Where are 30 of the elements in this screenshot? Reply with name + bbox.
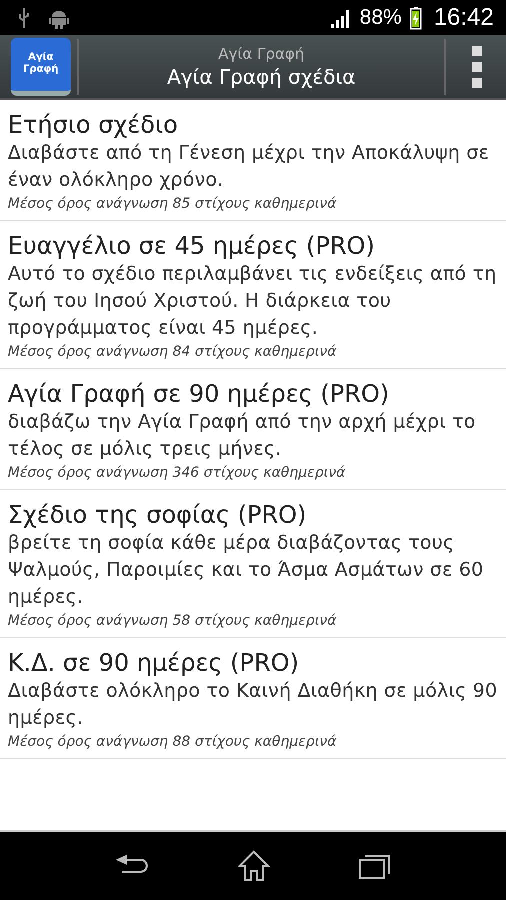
plan-title: Ετήσιο σχέδιο — [8, 110, 180, 140]
app-icon[interactable]: Αγία Γραφή — [11, 38, 71, 96]
plan-description: Διαβάστε από τη Γένεση μέχρι την Αποκάλυψη σε έναν ολόκληρο χρόνο. — [8, 141, 490, 193]
plan-reading-note: Μέσος όρος ανάγνωση 88 στίχους καθημερινά — [8, 734, 338, 750]
battery-icon — [410, 6, 422, 30]
screen-title: Αγία Γραφή σχέδια — [167, 64, 356, 88]
usb-icon — [18, 6, 30, 28]
plan-description: Διαβάστε ολόκληρο το Καινή Διαθήκη σε μόλις 90 ημέρες. — [8, 679, 498, 731]
plan-reading-note: Μέσος όρος ανάγνωση 58 στίχους καθημερινά — [8, 613, 338, 629]
plan-title: Ευαγγέλιο σε 45 ημέρες (PRO) — [8, 231, 376, 261]
plan-list-item[interactable]: Σχέδιο της σοφίας (PRO) βρείτε τη σοφία κάθε μέρα διαβάζοντας τους Ψαλμούς, Παροιμίες και το Άσμα Ασμάτων σε 60 ημέρες. Μέσος όρος ανάγνωση 58 στίχους καθημερινά — [0, 490, 506, 638]
plan-list-item[interactable]: Κ.Δ. σε 90 ημέρες (PRO) Διαβάστε ολόκληρο το Καινή Διαθήκη σε μόλις 90 ημέρες. Μέσος όρος ανάγνωση 88 στίχους καθημερινά — [0, 638, 506, 759]
home-icon[interactable] — [238, 850, 270, 882]
plan-list-item[interactable]: Ετήσιο σχέδιο Διαβάστε από τη Γένεση μέχρι την Αποκάλυψη σε έναν ολόκληρο χρόνο. Μέσος όρος ανάγνωση 85 στίχους καθημερινά — [0, 100, 506, 221]
clock: 16:42 — [434, 4, 494, 32]
plan-title: Αγία Γραφή σε 90 ημέρες (PRO) — [8, 379, 390, 409]
plan-description: Αυτό το σχέδιο περιλαμβάνει τις ενδείξεις από τη ζωή του Ιησού Χριστού. Η διάρκεια του προγράμματος είναι 45 ημέρες. — [8, 262, 498, 341]
plan-list-item[interactable]: Αγία Γραφή σε 90 ημέρες (PRO) διαβάζω την Αγία Γραφή από την αρχή μέχρι το τέλος σε μόλις τρεις μήνες. Μέσος όρος ανάγνωση 346 στίχους καθημερινά — [0, 369, 506, 490]
plan-reading-note: Μέσος όρος ανάγνωση 346 στίχους καθημερινά — [8, 465, 347, 481]
plan-reading-note: Μέσος όρος ανάγνωση 84 στίχους καθημερινά — [8, 344, 338, 360]
plan-list-item[interactable]: Ευαγγέλιο σε 45 ημέρες (PRO) Αυτό το σχέδιο περιλαμβάνει τις ενδείξεις από τη ζωή του Ιησού Χριστού. Η διάρκεια του προγράμματος είναι 45 ημέρες. Μέσος όρος ανάγνωση 84 στίχους καθημερινά — [0, 221, 506, 369]
plan-title: Σχέδιο της σοφίας (PRO) — [8, 500, 308, 530]
plan-description: βρείτε τη σοφία κάθε μέρα διαβάζοντας τους Ψαλμούς, Παροιμίες και το Άσμα Ασμάτων σε 60 ημέρες. — [8, 531, 485, 610]
overflow-menu-icon[interactable] — [472, 44, 484, 90]
recent-apps-icon[interactable] — [359, 852, 392, 880]
app-subtitle: Αγία Γραφή — [218, 44, 305, 62]
battery-percentage: 88% — [360, 6, 402, 30]
plan-reading-note: Μέσος όρος ανάγνωση 85 στίχους καθημερινά — [8, 196, 338, 212]
plan-description: διαβάζω την Αγία Γραφή από την αρχή μέχρι το τέλος σε μόλις τρεις μήνες. — [8, 410, 477, 462]
plan-title: Κ.Δ. σε 90 ημέρες (PRO) — [8, 648, 300, 678]
